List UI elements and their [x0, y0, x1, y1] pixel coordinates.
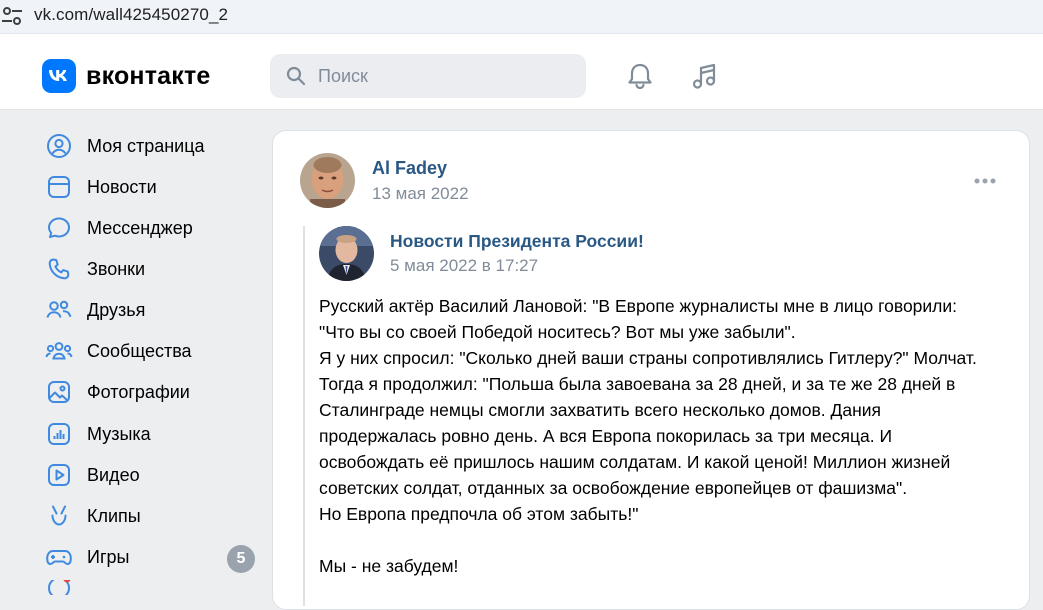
post-card: Al Fadey 13 мая 2022 Новости Президента …	[272, 130, 1030, 610]
sidebar-item-label: Клипы	[87, 505, 141, 526]
sidebar-item-messenger[interactable]: Мессенджер	[44, 210, 260, 246]
sidebar-item-label: Мессенджер	[87, 217, 193, 238]
post-date[interactable]: 13 мая 2022	[372, 184, 469, 204]
partial-item-icon	[44, 580, 74, 595]
sidebar-item-communities[interactable]: Сообщества	[44, 333, 260, 369]
vk-logo-mark	[42, 59, 76, 93]
repost-source-avatar[interactable]	[319, 226, 374, 281]
sidebar-item-music[interactable]: Музыка	[44, 416, 260, 452]
clips-icon	[44, 501, 74, 531]
author-avatar[interactable]	[300, 153, 355, 208]
vk-logo[interactable]: вконтакте	[42, 59, 211, 93]
more-options-icon[interactable]	[973, 177, 997, 185]
message-icon	[44, 213, 74, 243]
games-badge: 5	[227, 545, 255, 573]
search-box[interactable]	[270, 54, 586, 98]
sidebar-item-label: Игры	[87, 546, 130, 567]
music-note-icon[interactable]	[689, 60, 721, 92]
sidebar-item-clips[interactable]: Клипы	[44, 498, 260, 534]
user-circle-icon	[44, 131, 74, 161]
communities-icon	[44, 336, 74, 366]
left-sidebar: Моя страница Новости Мессенджер Звонки Д…	[0, 110, 270, 595]
post-author-name[interactable]: Al Fadey	[372, 158, 447, 179]
search-input[interactable]	[318, 64, 568, 88]
phone-icon	[44, 254, 74, 284]
sidebar-item-label: Музыка	[87, 423, 151, 444]
sidebar-item-more[interactable]	[44, 580, 260, 595]
post-text: Русский актёр Василий Лановой: "В Европе…	[319, 296, 977, 576]
browser-address-bar: vk.com/wall425450270_2	[0, 0, 1043, 34]
sidebar-item-news[interactable]: Новости	[44, 169, 260, 205]
site-settings-icon[interactable]	[2, 7, 22, 25]
friends-icon	[44, 295, 74, 325]
url-text[interactable]: vk.com/wall425450270_2	[34, 5, 228, 25]
sidebar-item-photos[interactable]: Фотографии	[44, 374, 260, 410]
vk-header: вконтакте	[0, 34, 1043, 110]
sidebar-item-label: Видео	[87, 464, 140, 485]
sidebar-item-video[interactable]: Видео	[44, 457, 260, 493]
vk-logo-icon	[49, 70, 67, 81]
video-icon	[44, 460, 74, 490]
news-icon	[44, 172, 74, 202]
repost-source-name[interactable]: Новости Президента России!	[390, 231, 644, 252]
sidebar-item-label: Фотографии	[87, 381, 190, 402]
vk-logo-text: вконтакте	[86, 61, 211, 90]
sidebar-item-label: Сообщества	[87, 340, 192, 361]
sidebar-item-calls[interactable]: Звонки	[44, 251, 260, 287]
games-icon	[44, 542, 74, 572]
sidebar-item-my-page[interactable]: Моя страница	[44, 128, 260, 164]
bell-icon[interactable]	[624, 60, 656, 92]
search-icon	[286, 66, 306, 86]
music-icon	[44, 419, 74, 449]
sidebar-item-friends[interactable]: Друзья	[44, 292, 260, 328]
repost-divider	[303, 226, 305, 606]
photo-icon	[44, 377, 74, 407]
sidebar-item-label: Моя страница	[87, 135, 205, 156]
sidebar-item-label: Звонки	[87, 258, 146, 279]
sidebar-item-label: Новости	[87, 176, 157, 197]
sidebar-item-label: Друзья	[87, 299, 146, 320]
repost-date[interactable]: 5 мая 2022 в 17:27	[390, 256, 538, 276]
